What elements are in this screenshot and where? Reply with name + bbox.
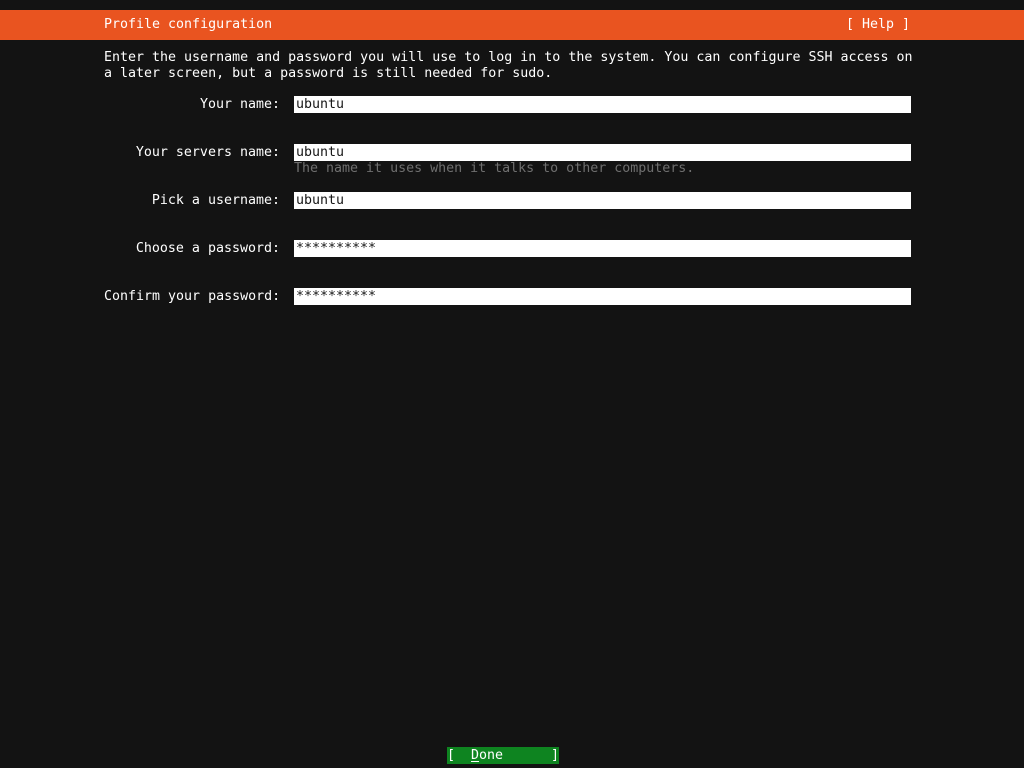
form-row: Your name: <box>104 96 911 144</box>
done-bracket-right: ] <box>550 747 559 763</box>
form-row: Your servers name: The name it uses when… <box>104 144 911 192</box>
instructions-line: Enter the username and password you will… <box>104 50 913 65</box>
server-name-label: Your servers name: <box>135 144 280 160</box>
done-button[interactable]: [ D one ] <box>447 747 559 764</box>
password-input[interactable] <box>294 240 911 257</box>
form-row: Confirm your password: <box>104 288 911 336</box>
form-row: Pick a username: <box>104 192 911 240</box>
your-name-label: Your name: <box>199 96 280 112</box>
done-bracket-left: [ <box>447 747 456 763</box>
username-label: Pick a username: <box>151 192 280 208</box>
form-row: Choose a password: <box>104 240 911 288</box>
help-button[interactable]: [ Help ] <box>846 17 910 33</box>
your-name-input[interactable] <box>294 96 911 113</box>
header-bar: Profile configuration [ Help ] <box>0 10 1024 40</box>
done-accelerator: D <box>471 747 480 763</box>
server-name-input[interactable] <box>294 144 911 161</box>
server-name-hint: The name it uses when it talks to other … <box>294 161 695 176</box>
confirm-password-input[interactable] <box>294 288 911 305</box>
profile-form: Your name: Your servers name: The name i… <box>104 96 911 336</box>
instructions-line: a later screen, but a password is still … <box>104 66 553 81</box>
page-title: Profile configuration <box>104 17 273 32</box>
done-label-rest: one <box>479 747 504 763</box>
password-label: Choose a password: <box>135 240 280 256</box>
username-input[interactable] <box>294 192 911 209</box>
instructions: Enter the username and password you will… <box>104 50 913 82</box>
confirm-password-label: Confirm your password: <box>104 288 281 304</box>
